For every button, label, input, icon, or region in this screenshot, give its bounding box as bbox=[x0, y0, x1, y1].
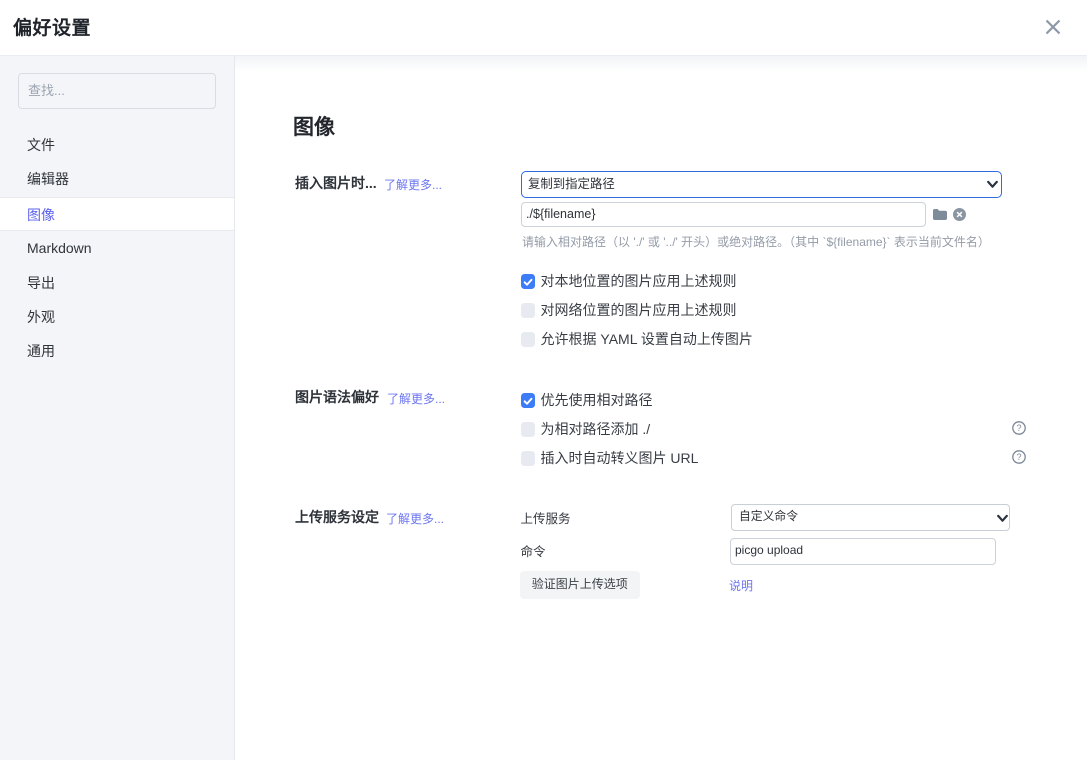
svg-text:?: ? bbox=[1016, 452, 1021, 462]
svg-text:?: ? bbox=[1016, 423, 1021, 433]
